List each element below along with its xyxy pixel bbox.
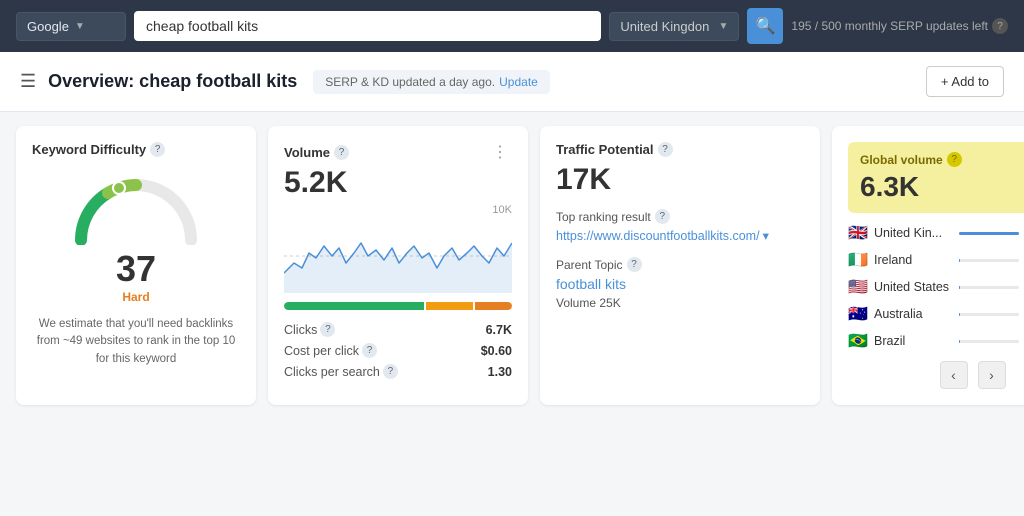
topbar: Google ▼ United Kingdon ▼ 🔍 195 / 500 mo… [0,0,1024,52]
gv-help-icon[interactable]: ? [947,152,962,167]
country-name-2: United States [874,280,949,294]
clicks-help-icon[interactable]: ? [320,322,335,337]
volume-chart: 10K [284,204,512,294]
add-to-label: + Add to [941,74,989,89]
parent-topic-volume: Volume 25K [556,296,804,310]
engine-selector[interactable]: Google ▼ [16,12,126,41]
kd-header: Keyword Difficulty ? [32,142,240,157]
add-to-button[interactable]: + Add to [926,66,1004,97]
sparkline-svg [284,218,512,293]
clicks-bar-orange [475,302,512,310]
clicks-bar-yellow [426,302,473,310]
country-row-4: 🇧🇷 Brazil 40 0% [848,331,1024,351]
tp-label: Traffic Potential [556,142,654,157]
gauge-svg [66,165,206,245]
global-volume-card: Global volume ? 6.3K 🇬🇧 United Kin... 5.… [832,126,1024,405]
country-bar-3 [959,313,1019,316]
country-row-2: 🇺🇸 United States 90 1% [848,277,1024,297]
country-name-4: Brazil [874,334,949,348]
kd-description: We estimate that you'll need backlinks f… [32,316,240,368]
parent-topic-link[interactable]: football kits [556,276,804,292]
cards-grid: Keyword Difficulty ? 37 Hard We estimate… [0,112,1024,419]
search-icon: 🔍 [755,16,775,36]
menu-icon[interactable]: ☰ [20,71,36,92]
country-row-0: 🇬🇧 United Kin... 5.2K 82% [848,223,1024,243]
engine-arrow-icon: ▼ [75,21,85,32]
cpc-help-icon[interactable]: ? [362,343,377,358]
tp-header: Traffic Potential ? [556,142,804,157]
vol-label: Volume [284,145,330,160]
vol-value: 5.2K [284,166,512,200]
country-flag-4: 🇧🇷 [848,331,868,351]
engine-label: Google [27,19,69,34]
cps-label: Clicks per search ? [284,364,398,379]
updates-text: 195 / 500 monthly SERP updates left [791,19,988,33]
gauge-container [32,165,240,245]
cps-value: 1.30 [488,365,512,379]
vol-header: Volume ? [284,145,349,160]
country-name-1: Ireland [874,253,949,267]
tp-value: 17K [556,163,804,197]
clicks-value: 6.7K [486,323,512,337]
prev-page-button[interactable]: ‹ [940,361,968,389]
traffic-potential-card: Traffic Potential ? 17K Top ranking resu… [540,126,820,405]
country-bar-2 [959,286,1019,289]
country-selector[interactable]: United Kingdon ▼ [609,12,739,41]
update-text: SERP & KD updated a day ago. [325,75,495,89]
parent-topic-help-icon[interactable]: ? [627,257,642,272]
kd-difficulty-label: Hard [32,290,240,304]
update-notice: SERP & KD updated a day ago. Update [313,70,550,94]
update-link[interactable]: Update [499,75,538,89]
tp-help-icon[interactable]: ? [658,142,673,157]
clicks-bar-green [284,302,424,310]
countries-list: 🇬🇧 United Kin... 5.2K 82% 🇮🇪 Ireland 100… [848,223,1024,351]
pagination: ‹ › [848,361,1024,389]
cps-help-icon[interactable]: ? [383,364,398,379]
cps-row: Clicks per search ? 1.30 [284,364,512,379]
volume-menu-icon[interactable]: ⋮ [488,142,512,162]
kd-label: Keyword Difficulty [32,142,146,157]
top-ranking-help-icon[interactable]: ? [655,209,670,224]
updates-info: 195 / 500 monthly SERP updates left ? [791,18,1008,34]
country-flag-3: 🇦🇺 [848,304,868,324]
search-button[interactable]: 🔍 [747,8,783,44]
dropdown-arrow-icon: ▾ [763,228,769,243]
country-flag-1: 🇮🇪 [848,250,868,270]
country-bar-0 [959,232,1019,235]
top-ranking-label: Top ranking result ? [556,209,804,224]
volume-card: Volume ? ⋮ 5.2K 10K Clicks [268,126,528,405]
country-flag-2: 🇺🇸 [848,277,868,297]
cpc-label: Cost per click ? [284,343,377,358]
next-page-button[interactable]: › [978,361,1006,389]
gv-value: 6.3K [860,171,1024,203]
cpc-row: Cost per click ? $0.60 [284,343,512,358]
gv-label: Global volume ? [860,152,1024,167]
chart-max-label: 10K [284,204,512,216]
country-row-3: 🇦🇺 Australia 80 1% [848,304,1024,324]
country-name-0: United Kin... [874,226,949,240]
page-title: Overview: cheap football kits [48,71,297,92]
country-label: United Kingdon [620,19,709,34]
country-bar-4 [959,340,1019,343]
clicks-row: Clicks ? 6.7K [284,322,512,337]
vol-help-icon[interactable]: ? [334,145,349,160]
country-flag-0: 🇬🇧 [848,223,868,243]
cpc-value: $0.60 [481,344,512,358]
parent-topic-label: Parent Topic ? [556,257,804,272]
updates-help-icon[interactable]: ? [992,18,1008,34]
top-ranking-url[interactable]: https://www.discountfootballkits.com/ ▾ [556,228,804,243]
kd-value: 37 [32,248,240,290]
gv-header-box: Global volume ? 6.3K [848,142,1024,213]
country-bar-1 [959,259,1019,262]
clicks-bar [284,302,512,310]
country-arrow-icon: ▼ [719,21,729,32]
kd-help-icon[interactable]: ? [150,142,165,157]
clicks-label: Clicks ? [284,322,335,337]
country-row-1: 🇮🇪 Ireland 100 1% [848,250,1024,270]
country-name-3: Australia [874,307,949,321]
keyword-difficulty-card: Keyword Difficulty ? 37 Hard We estimate… [16,126,256,405]
keyword-search-input[interactable] [134,11,601,41]
page-header: ☰ Overview: cheap football kits SERP & K… [0,52,1024,112]
